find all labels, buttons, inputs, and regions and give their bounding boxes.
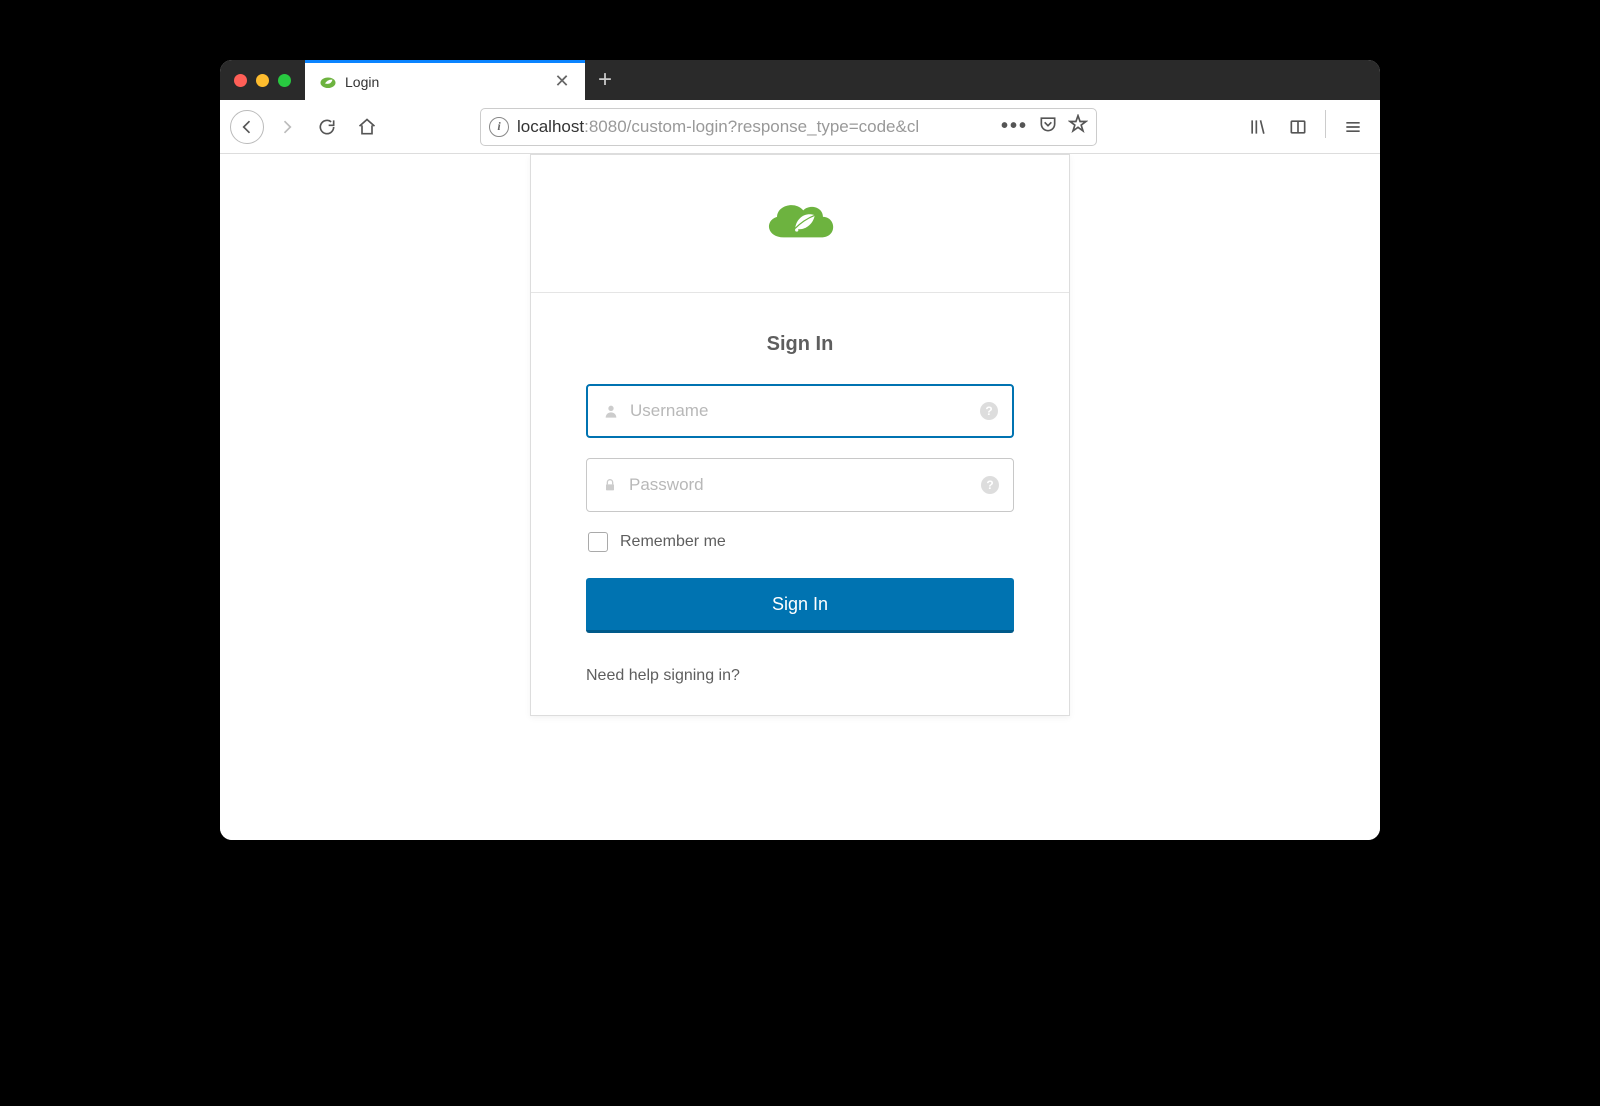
address-bar[interactable]: i localhost:8080/custom-login?response_t… [480,108,1097,146]
login-card: Sign In ? ? Remembe [530,154,1070,716]
site-info-icon[interactable]: i [489,117,509,137]
titlebar: Login ✕ + [220,60,1380,100]
remember-me-label: Remember me [620,533,726,551]
sidebar-icon[interactable] [1281,110,1315,144]
browser-window: Login ✕ + i localhost:8080/custom-login?… [220,60,1380,840]
maximize-window-button[interactable] [278,74,291,87]
browser-tab[interactable]: Login ✕ [305,60,585,100]
new-tab-button[interactable]: + [585,60,625,100]
minimize-window-button[interactable] [256,74,269,87]
form-heading: Sign In [586,333,1014,356]
remember-me-checkbox[interactable] [588,532,608,552]
user-icon [602,403,620,419]
username-help-icon[interactable]: ? [980,402,998,420]
window-controls [220,60,305,100]
close-window-button[interactable] [234,74,247,87]
toolbar: i localhost:8080/custom-login?response_t… [220,100,1380,154]
reload-button[interactable] [310,110,344,144]
username-field-wrap[interactable]: ? [586,384,1014,438]
password-help-icon[interactable]: ? [981,476,999,494]
login-form: Sign In ? ? Remembe [531,293,1069,715]
logo-area [531,155,1069,293]
lock-icon [601,477,619,493]
password-field-wrap[interactable]: ? [586,458,1014,512]
bookmark-icon[interactable] [1068,114,1088,140]
menu-button[interactable] [1336,110,1370,144]
forward-button[interactable] [270,110,304,144]
page-content: Sign In ? ? Remembe [220,154,1380,840]
username-input[interactable] [630,401,970,421]
signin-button[interactable]: Sign In [586,578,1014,633]
home-button[interactable] [350,110,384,144]
tab-title: Login [345,74,545,90]
back-button[interactable] [230,110,264,144]
pocket-icon[interactable] [1038,114,1058,140]
password-input[interactable] [629,475,971,495]
spring-cloud-logo-icon [759,192,841,255]
help-signing-in-link[interactable]: Need help signing in? [586,667,1014,685]
tab-close-button[interactable]: ✕ [553,71,571,92]
page-actions-icon[interactable]: ••• [1001,115,1028,138]
url-text: localhost:8080/custom-login?response_typ… [517,117,993,137]
toolbar-separator [1325,110,1326,138]
toolbar-right [1121,110,1370,144]
library-icon[interactable] [1241,110,1275,144]
address-bar-actions: ••• [1001,114,1088,140]
tab-favicon-icon [319,73,337,91]
remember-me-wrap[interactable]: Remember me [586,532,1014,552]
